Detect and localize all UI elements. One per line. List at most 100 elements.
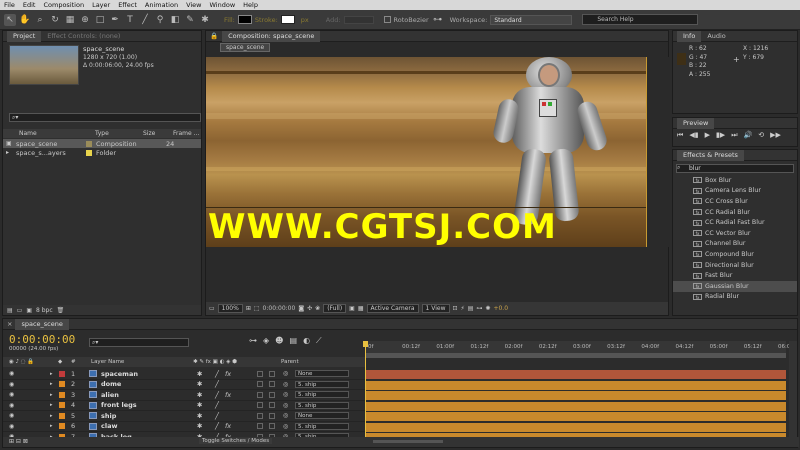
mask-visibility-icon[interactable]: ⬚	[254, 305, 260, 312]
layer-row[interactable]: ◉ ▸ 1 spaceman ✱ ╱ fx ◎ None	[3, 369, 366, 380]
motion-blur-switch[interactable]	[269, 381, 275, 388]
next-frame-icon[interactable]: ▮▶	[716, 131, 725, 140]
lock-icon[interactable]: 🔒	[210, 32, 218, 40]
effect-switch-icon[interactable]: fx	[225, 422, 231, 430]
zoom-tool-icon[interactable]: ⌕	[34, 14, 46, 26]
toggle-pixel-aspect-icon[interactable]: ⊡	[453, 305, 458, 312]
parent-select[interactable]: 5. ship	[295, 380, 349, 388]
menu-layer[interactable]: Layer	[92, 1, 110, 9]
layer-label-color[interactable]	[59, 402, 65, 409]
zoom-select[interactable]: 100%	[217, 304, 243, 313]
clone-stamp-tool-icon[interactable]: ⚲	[154, 14, 166, 26]
effect-item[interactable]: fx Channel Blur	[673, 239, 797, 250]
new-folder-icon[interactable]: ▭	[17, 307, 23, 314]
draft-3d-icon[interactable]: ◈	[263, 336, 269, 346]
close-icon[interactable]: ×	[7, 320, 12, 328]
effect-item[interactable]: fx CC Vector Blur	[673, 228, 797, 239]
menu-help[interactable]: Help	[243, 1, 258, 9]
layer-label-color[interactable]	[59, 370, 65, 377]
exposure-value[interactable]: +0.0	[493, 305, 508, 312]
zoom-slider[interactable]	[373, 440, 443, 443]
workspace-select[interactable]: Standard	[490, 14, 573, 25]
effect-item[interactable]: fx Directional Blur	[673, 260, 797, 271]
first-frame-icon[interactable]: ⏮	[677, 131, 683, 140]
effects-search-input[interactable]: blur	[676, 164, 794, 173]
rotate-tool-icon[interactable]: ↻	[49, 14, 61, 26]
3d-switch[interactable]	[257, 423, 263, 430]
tab-composition[interactable]: Composition: space_scene	[222, 30, 321, 42]
menu-edit[interactable]: Edit	[23, 1, 36, 9]
safe-zones-icon[interactable]: ⊞	[246, 305, 251, 312]
last-frame-icon[interactable]: ⏭	[731, 131, 737, 140]
project-item[interactable]: ▸ space_s...ayers Folder	[3, 148, 201, 157]
shy-icon[interactable]: ☻	[275, 336, 283, 346]
viewer-timecode[interactable]: 0:00:00:00	[263, 305, 296, 312]
layer-label-color[interactable]	[59, 391, 65, 398]
motion-blur-switch[interactable]	[269, 391, 275, 398]
effect-item[interactable]: fx Fast Blur	[673, 270, 797, 281]
fast-previews-icon[interactable]: ⚡	[461, 305, 465, 312]
expand-arrow-icon[interactable]: ▸	[50, 423, 53, 429]
eye-icon[interactable]: ◉	[9, 391, 14, 398]
color-channel-icon[interactable]: ❀	[315, 305, 320, 312]
type-tool-icon[interactable]: T	[124, 14, 136, 26]
collapse-switch-icon[interactable]: ✱	[197, 391, 202, 399]
hdr-layer-name[interactable]: Layer Name	[91, 359, 124, 365]
rotobezier-checkbox[interactable]	[383, 16, 391, 23]
3d-switch[interactable]	[257, 412, 263, 419]
tab-effects-presets[interactable]: Effects & Presets	[677, 149, 744, 161]
menu-animation[interactable]: Animation	[145, 1, 178, 9]
quality-switch-icon[interactable]: ╱	[215, 422, 219, 430]
playhead[interactable]	[363, 341, 368, 437]
views-select[interactable]: 1 View	[421, 304, 450, 313]
col-name[interactable]: Name	[19, 130, 37, 137]
quality-switch-icon[interactable]: ╱	[215, 412, 219, 420]
menu-file[interactable]: File	[4, 1, 15, 9]
parent-select[interactable]: None	[295, 412, 349, 420]
brush-tool-icon[interactable]: ╱	[139, 14, 151, 26]
frame-blending-icon[interactable]: ▤	[290, 336, 298, 346]
collapse-switch-icon[interactable]: ✱	[197, 370, 202, 378]
eye-icon[interactable]: ◉	[9, 381, 14, 388]
layer-name[interactable]: spaceman	[101, 370, 138, 378]
camera-select[interactable]: Active Camera	[366, 304, 419, 313]
effect-item[interactable]: fx CC Radial Blur	[673, 207, 797, 218]
layer-row[interactable]: ◉ ▸ 2 dome ✱ ╱ ◎ 5. ship	[3, 380, 366, 390]
eye-icon[interactable]: ◉	[9, 370, 14, 377]
layer-duration-bar[interactable]	[366, 380, 786, 390]
effect-item[interactable]: fx Camera Lens Blur	[673, 186, 797, 197]
effect-item[interactable]: fx CC Radial Fast Blur	[673, 217, 797, 228]
region-of-interest-icon[interactable]: ▣	[349, 305, 355, 312]
layer-row[interactable]: ◉ ▸ 3 alien ✱ ╱ fx ◎ 5. ship	[3, 390, 366, 401]
audio-icon[interactable]: 🔊	[744, 131, 753, 140]
bpc-label[interactable]: 8 bpc	[36, 307, 53, 314]
layer-label-color[interactable]	[59, 423, 65, 430]
layer-duration-bar[interactable]	[366, 370, 786, 379]
always-preview-icon[interactable]: ▭	[209, 305, 215, 312]
collapse-switch-icon[interactable]: ✱	[197, 380, 202, 388]
fill-swatch[interactable]	[237, 15, 252, 24]
selection-tool-icon[interactable]: ↖	[4, 13, 16, 26]
prev-frame-icon[interactable]: ◀▮	[689, 131, 698, 140]
quality-switch-icon[interactable]: ╱	[215, 370, 219, 378]
parent-select[interactable]: 5. ship	[295, 422, 349, 430]
3d-switch[interactable]	[257, 370, 263, 377]
effect-item[interactable]: fx Radial Blur	[673, 292, 797, 303]
col-frame[interactable]: Frame ...	[173, 130, 199, 137]
show-channel-icon[interactable]: ✣	[307, 305, 312, 312]
expand-arrow-icon[interactable]: ▸	[50, 371, 53, 377]
time-ruler[interactable]: 0f 00:12f 01:00f 01:12f 02:00f 02:12f 03:00f 03…	[366, 341, 790, 353]
loop-icon[interactable]: ⟲	[758, 131, 764, 140]
motion-blur-switch[interactable]	[269, 423, 275, 430]
quality-switch-icon[interactable]: ╱	[215, 380, 219, 388]
tab-effect-controls[interactable]: Effect Controls: (none)	[41, 31, 126, 42]
col-type[interactable]: Type	[95, 130, 109, 137]
layer-row[interactable]: ◉ ▸ 4 front legs ✱ ╱ ◎ 5. ship	[3, 401, 366, 411]
layer-label-color[interactable]	[59, 412, 65, 419]
add-dropdown[interactable]	[343, 15, 374, 24]
eye-icon[interactable]: ◉	[9, 423, 14, 430]
effect-item[interactable]: fx Box Blur	[673, 175, 797, 186]
project-item[interactable]: ▣ space_scene Composition 24	[3, 139, 201, 148]
parent-select[interactable]: None	[295, 370, 349, 378]
layer-name[interactable]: alien	[101, 391, 119, 399]
